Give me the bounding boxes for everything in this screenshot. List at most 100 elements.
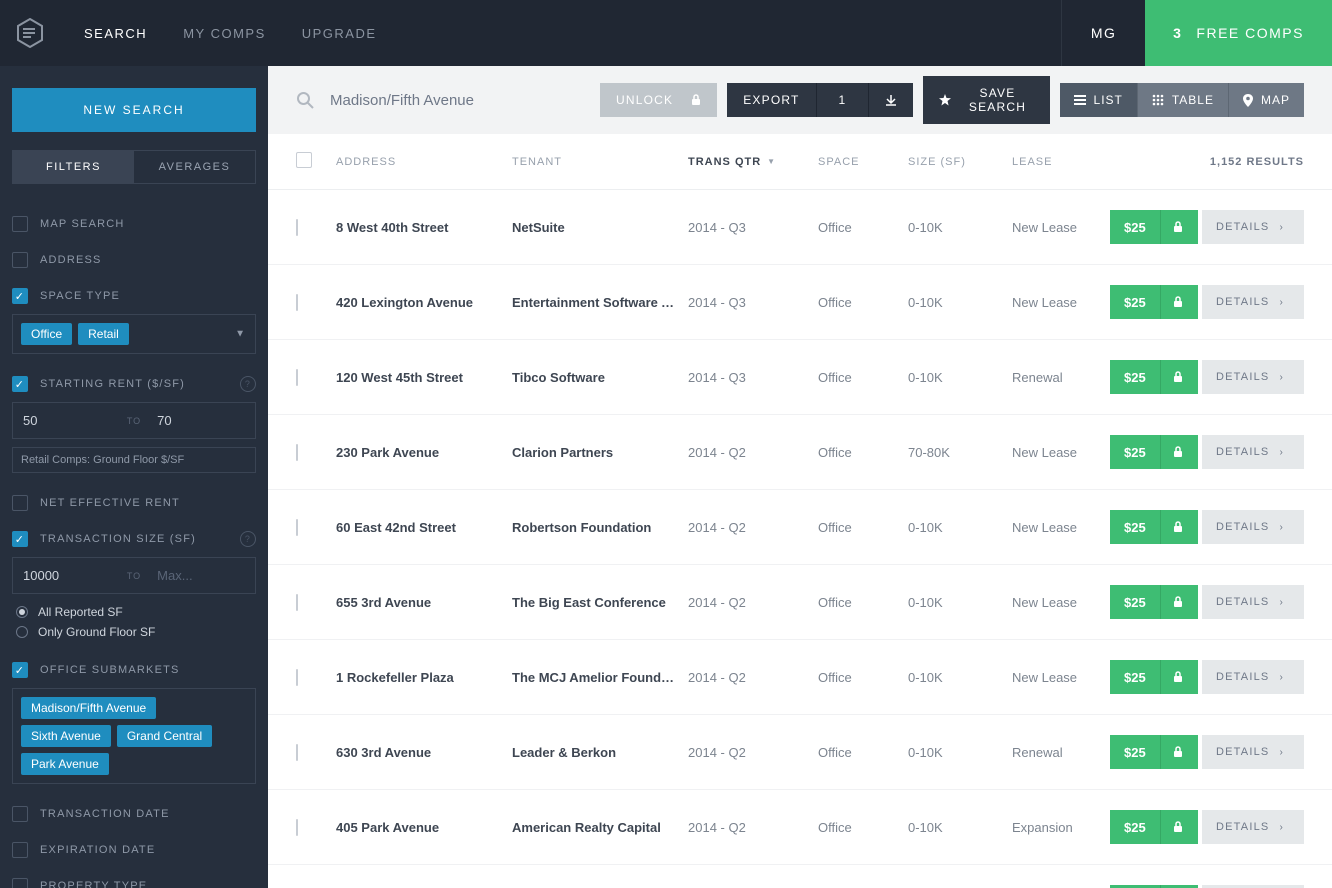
details-button[interactable]: DETAILS› (1202, 660, 1304, 694)
view-map[interactable]: MAP (1229, 83, 1304, 117)
help-icon[interactable]: ? (240, 531, 256, 547)
row-checkbox[interactable] (296, 444, 298, 461)
filter-transaction-date[interactable]: TRANSACTION DATE (12, 796, 256, 832)
chip-submarket[interactable]: Sixth Avenue (21, 725, 111, 747)
chip-retail[interactable]: Retail (78, 323, 129, 345)
details-button[interactable]: DETAILS› (1202, 435, 1304, 469)
details-button[interactable]: DETAILS› (1202, 735, 1304, 769)
checkbox-icon[interactable] (12, 662, 28, 678)
price-unlock-button[interactable]: $25 (1110, 510, 1198, 544)
row-checkbox[interactable] (296, 294, 298, 311)
header-size[interactable]: SIZE (SF) (908, 156, 1012, 168)
export-button[interactable]: EXPORT (727, 83, 816, 117)
checkbox-icon[interactable] (12, 288, 28, 304)
details-button[interactable]: DETAILS› (1202, 210, 1304, 244)
price-unlock-button[interactable]: $25 (1110, 435, 1198, 469)
row-checkbox[interactable] (296, 594, 298, 611)
chip-submarket[interactable]: Park Avenue (21, 753, 109, 775)
checkbox-icon[interactable] (12, 495, 28, 511)
header-address[interactable]: ADDRESS (336, 156, 512, 168)
checkbox-icon[interactable] (12, 531, 28, 547)
filter-space-type[interactable]: SPACE TYPE (12, 278, 256, 314)
filter-address[interactable]: ADDRESS (12, 242, 256, 278)
save-search-button[interactable]: SAVE SEARCH (923, 76, 1049, 124)
row-checkbox[interactable] (296, 219, 298, 236)
header-tenant[interactable]: TENANT (512, 156, 688, 168)
unlock-button[interactable]: UNLOCK (600, 83, 717, 117)
row-checkbox[interactable] (296, 519, 298, 536)
export-count-button[interactable]: 1 (817, 83, 870, 117)
cell-size: 0-10K (908, 595, 1012, 610)
export-download-button[interactable] (869, 83, 913, 117)
checkbox-icon[interactable] (12, 376, 28, 392)
checkbox-icon[interactable] (12, 252, 28, 268)
price-unlock-button[interactable]: $25 (1110, 360, 1198, 394)
space-type-select[interactable]: Office Retail ▼ (12, 314, 256, 354)
chip-submarket[interactable]: Grand Central (117, 725, 212, 747)
nav-mycomps[interactable]: MY COMPS (183, 26, 266, 41)
nav-upgrade[interactable]: UPGRADE (302, 26, 377, 41)
select-all-checkbox[interactable] (296, 152, 312, 168)
checkbox-icon[interactable] (12, 216, 28, 232)
filter-map-search[interactable]: MAP SEARCH (12, 206, 256, 242)
view-table[interactable]: TABLE (1138, 83, 1229, 117)
range-to-label: TO (121, 571, 147, 581)
details-button[interactable]: DETAILS› (1202, 810, 1304, 844)
chip-submarket[interactable]: Madison/Fifth Avenue (21, 697, 156, 719)
pin-icon (1243, 94, 1253, 107)
free-comps-button[interactable]: 3 FREE COMPS (1145, 0, 1332, 66)
price-unlock-button[interactable]: $25 (1110, 285, 1198, 319)
details-button[interactable]: DETAILS› (1202, 585, 1304, 619)
filter-transaction-size[interactable]: TRANSACTION SIZE (SF) ? (12, 521, 256, 557)
price-unlock-button[interactable]: $25 (1110, 810, 1198, 844)
cell-lease: New Lease (1012, 295, 1110, 310)
price-unlock-button[interactable]: $25 (1110, 660, 1198, 694)
lock-icon (1160, 210, 1195, 244)
radio-all-sf[interactable]: All Reported SF (12, 602, 256, 622)
cell-address: 230 Park Avenue (336, 445, 512, 460)
checkbox-icon[interactable] (12, 878, 28, 888)
chevron-right-icon: › (1279, 522, 1284, 533)
header-trans-qtr[interactable]: TRANS QTR ▼ (688, 156, 818, 168)
filter-property-type[interactable]: PROPERTY TYPE (12, 868, 256, 888)
row-checkbox[interactable] (296, 744, 298, 761)
radio-ground-sf[interactable]: Only Ground Floor SF (12, 622, 256, 642)
row-checkbox[interactable] (296, 369, 298, 386)
cell-tenant: The MCJ Amelior Foundation (512, 670, 688, 685)
user-menu[interactable]: MG (1061, 0, 1145, 66)
filter-office-submarkets[interactable]: OFFICE SUBMARKETS (12, 652, 256, 688)
checkbox-icon[interactable] (12, 806, 28, 822)
radio-icon[interactable] (16, 606, 28, 618)
tab-averages[interactable]: AVERAGES (134, 151, 255, 183)
chip-office[interactable]: Office (21, 323, 72, 345)
tab-filters[interactable]: FILTERS (13, 151, 134, 183)
header-space[interactable]: SPACE (818, 156, 908, 168)
search-input[interactable] (330, 92, 590, 109)
table-row: 420 Lexington AvenueEntertainment Softwa… (268, 265, 1332, 340)
size-min-input[interactable] (13, 558, 121, 593)
details-label: DETAILS (1216, 446, 1269, 458)
rent-min-input[interactable] (13, 403, 121, 438)
new-search-button[interactable]: NEW SEARCH (12, 88, 256, 132)
view-list[interactable]: LIST (1060, 83, 1138, 117)
filter-expiration-date[interactable]: EXPIRATION DATE (12, 832, 256, 868)
price-unlock-button[interactable]: $25 (1110, 585, 1198, 619)
lock-icon (1160, 510, 1195, 544)
checkbox-icon[interactable] (12, 842, 28, 858)
submarkets-select[interactable]: Madison/Fifth Avenue Sixth Avenue Grand … (12, 688, 256, 784)
details-button[interactable]: DETAILS› (1202, 510, 1304, 544)
details-button[interactable]: DETAILS› (1202, 285, 1304, 319)
rent-max-input[interactable] (147, 403, 255, 438)
filter-net-effective-rent[interactable]: NET EFFECTIVE RENT (12, 485, 256, 521)
help-icon[interactable]: ? (240, 376, 256, 392)
nav-search[interactable]: SEARCH (84, 26, 147, 41)
size-max-input[interactable] (147, 558, 255, 593)
filter-starting-rent[interactable]: STARTING RENT ($/SF) ? (12, 366, 256, 402)
price-unlock-button[interactable]: $25 (1110, 210, 1198, 244)
radio-icon[interactable] (16, 626, 28, 638)
row-checkbox[interactable] (296, 669, 298, 686)
details-button[interactable]: DETAILS› (1202, 360, 1304, 394)
row-checkbox[interactable] (296, 819, 298, 836)
header-lease[interactable]: LEASE (1012, 156, 1110, 168)
price-unlock-button[interactable]: $25 (1110, 735, 1198, 769)
